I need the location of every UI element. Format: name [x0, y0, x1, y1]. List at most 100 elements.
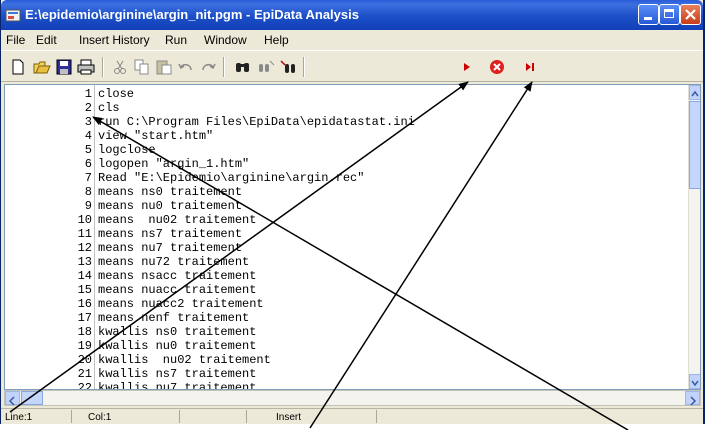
menu-edit[interactable]: Edit — [36, 33, 57, 47]
menu-help[interactable]: Help — [264, 33, 289, 47]
close-button[interactable] — [680, 4, 701, 25]
code-line[interactable]: logopen "argin_1.htm" — [98, 157, 249, 171]
editor-pane[interactable]: 1234567891011121314151617181920212223 cl… — [4, 84, 701, 390]
code-line[interactable]: means nu72 traitement — [98, 255, 249, 269]
save-icon[interactable] — [55, 59, 73, 75]
menu-insert-history[interactable]: Insert History — [79, 33, 150, 47]
copy-icon[interactable] — [133, 59, 151, 75]
code-line[interactable]: means nenf traitement — [98, 311, 249, 325]
line-number: 1 — [84, 87, 92, 101]
stop-icon[interactable] — [488, 59, 506, 75]
chevron-left-icon — [8, 396, 15, 406]
vertical-scrollbar[interactable] — [688, 85, 700, 389]
run-to-cursor-icon[interactable] — [521, 59, 539, 75]
line-number: 11 — [77, 227, 92, 241]
redo-icon[interactable] — [199, 59, 217, 75]
close-icon — [685, 9, 696, 20]
toolbar — [1, 50, 703, 82]
line-number: 19 — [77, 339, 92, 353]
application-window: E:\epidemio\arginine\argin_nit.pgm - Epi… — [0, 0, 705, 424]
line-number: 15 — [77, 283, 92, 297]
menu-bar: File Edit Insert History Run Window Help — [1, 30, 703, 50]
code-area[interactable]: close cls run C:\Program Files\EpiData\epi… — [94, 85, 689, 389]
scroll-thumb[interactable] — [21, 391, 43, 405]
code-line[interactable]: view "start.htm" — [98, 129, 213, 143]
line-number: 8 — [84, 185, 92, 199]
run-icon[interactable] — [458, 59, 476, 75]
status-col: Col:1 — [88, 412, 112, 423]
replace-icon[interactable] — [279, 59, 297, 75]
code-line[interactable]: kwallis nu02 traitement — [98, 353, 271, 367]
chevron-right-icon — [690, 396, 697, 406]
line-number: 4 — [84, 129, 92, 143]
title-bar[interactable]: E:\epidemio\arginine\argin_nit.pgm - Epi… — [1, 0, 703, 30]
status-separator — [376, 410, 377, 423]
code-line[interactable]: means nu7 traitement — [98, 241, 242, 255]
menu-run[interactable]: Run — [165, 33, 187, 47]
status-separator — [71, 410, 72, 423]
line-number: 2 — [84, 101, 92, 115]
code-line[interactable]: means ns7 traitement — [98, 227, 242, 241]
line-number: 12 — [77, 241, 92, 255]
code-line[interactable]: kwallis nu7 traitement — [98, 381, 256, 389]
code-line[interactable]: means nu02 traitement — [98, 213, 256, 227]
code-line[interactable]: kwallis ns7 traitement — [98, 367, 256, 381]
line-number: 10 — [77, 213, 92, 227]
line-number: 13 — [77, 255, 92, 269]
code-line[interactable]: run C:\Program Files\EpiData\epidatastat… — [98, 115, 415, 129]
minimize-button[interactable] — [638, 4, 659, 25]
status-separator — [179, 410, 180, 423]
line-number: 21 — [77, 367, 92, 381]
scroll-thumb[interactable] — [689, 101, 700, 189]
toolbar-separator — [303, 57, 305, 77]
line-number: 3 — [84, 115, 92, 129]
code-line[interactable]: kwallis nu0 traitement — [98, 339, 256, 353]
find-next-icon[interactable] — [257, 59, 275, 75]
open-icon[interactable] — [33, 59, 51, 75]
status-separator — [246, 410, 247, 423]
status-bar: Line:1 Col:1 Insert — [1, 408, 703, 424]
status-line: Line:1 — [5, 412, 33, 423]
menu-window[interactable]: Window — [204, 33, 247, 47]
scroll-left-button[interactable] — [5, 391, 20, 406]
code-line[interactable]: means nuacc traitement — [98, 283, 256, 297]
line-number: 18 — [77, 325, 92, 339]
line-number: 20 — [77, 353, 92, 367]
undo-icon[interactable] — [177, 59, 195, 75]
maximize-button[interactable] — [659, 4, 680, 25]
code-line[interactable]: means nuacc2 traitement — [98, 297, 264, 311]
code-line[interactable]: Read "E:\Epidemio\arginine\argin.rec" — [98, 171, 364, 185]
code-line[interactable]: means nu0 traitement — [98, 199, 242, 213]
toolbar-separator — [102, 57, 104, 77]
find-icon[interactable] — [234, 59, 252, 75]
code-line[interactable]: cls — [98, 101, 120, 115]
app-icon — [5, 9, 21, 22]
menu-file[interactable]: File — [6, 33, 25, 47]
new-icon[interactable] — [9, 59, 27, 75]
line-number: 17 — [77, 311, 92, 325]
line-number: 7 — [84, 171, 92, 185]
chevron-down-icon — [691, 380, 699, 387]
code-line[interactable]: kwallis ns0 traitement — [98, 325, 256, 339]
paste-icon[interactable] — [155, 59, 173, 75]
window-title: E:\epidemio\arginine\argin_nit.pgm - Epi… — [25, 7, 359, 22]
cut-icon[interactable] — [111, 59, 129, 75]
code-line[interactable]: means nsacc traitement — [98, 269, 256, 283]
scroll-down-button[interactable] — [689, 374, 700, 389]
line-number: 6 — [84, 157, 92, 171]
line-number: 16 — [77, 297, 92, 311]
status-mode: Insert — [276, 412, 302, 423]
print-icon[interactable] — [77, 59, 95, 75]
code-line[interactable]: close — [98, 87, 134, 101]
line-number-gutter: 1234567891011121314151617181920212223 — [5, 85, 94, 389]
line-number: 5 — [84, 143, 92, 157]
line-number: 22 — [77, 381, 92, 390]
line-number: 14 — [77, 269, 92, 283]
chevron-up-icon — [691, 90, 699, 97]
toolbar-separator — [223, 57, 225, 77]
scroll-right-button[interactable] — [685, 391, 700, 406]
horizontal-scrollbar[interactable] — [4, 390, 701, 406]
code-line[interactable]: means ns0 traitement — [98, 185, 242, 199]
scroll-up-button[interactable] — [689, 85, 700, 100]
code-line[interactable]: logclose — [98, 143, 156, 157]
